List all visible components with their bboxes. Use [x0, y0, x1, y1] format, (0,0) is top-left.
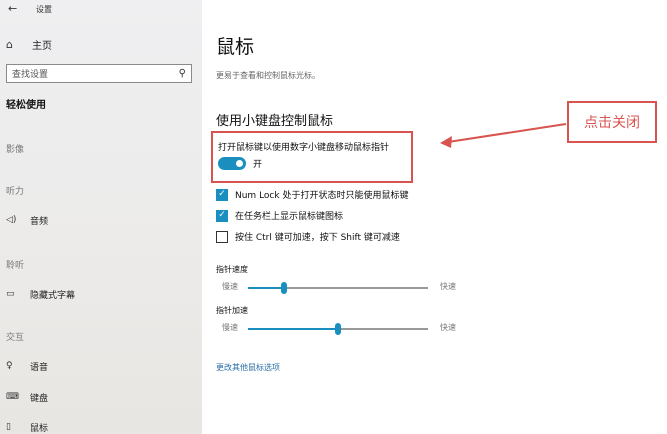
annotation-arrow-icon — [440, 123, 567, 148]
annotation-text: 点击关闭 — [584, 115, 640, 131]
annotation-callout: 点击关闭 — [567, 101, 657, 143]
